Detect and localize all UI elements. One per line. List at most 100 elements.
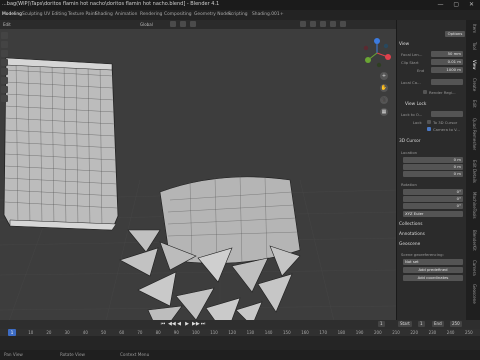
tab-shading-001[interactable]: Shading.001 [252,12,280,17]
focal-length-label: Focal Len... [401,52,423,57]
move-tool-icon[interactable] [1,50,8,57]
xray-button[interactable] [310,21,316,27]
add-coordinates-button[interactable]: Add coordinates [403,275,463,281]
ruler-tick: 30 [64,330,70,335]
clip-start-label: Clip Start [401,60,419,65]
tab-machinetools[interactable]: MachineTools [472,192,477,219]
cursor-tool-icon[interactable] [1,41,8,48]
title-bar: ...bag(WIP)\Taps\doritos flamin hot nach… [0,0,480,10]
pan-icon[interactable]: ✋ [380,84,388,92]
tab-uv-editing[interactable]: UV Editing [44,12,67,17]
focal-length-field[interactable]: 50 mm [431,51,463,57]
camera-view-icon[interactable]: 🎥 [380,96,388,104]
orientation-dropdown[interactable]: Global [140,22,153,27]
collections-header[interactable]: Collections [399,222,423,227]
tab-create[interactable]: Create [472,78,477,91]
snap-button[interactable] [180,21,186,27]
end-frame-label: End [432,321,444,327]
georef-status-field[interactable]: Not set [403,259,463,265]
cursor-section-header[interactable]: 3D Cursor [399,139,421,144]
loc-z-field[interactable]: 0 m [403,171,463,177]
solid-shading-button[interactable] [320,21,326,27]
viewport-3d[interactable]: Edit Global + ✋ 🎥 ▦ [0,20,396,346]
play-button[interactable]: ▶ [184,321,190,327]
add-predefined-button[interactable]: Add predefined [403,267,463,273]
lock-object-field[interactable] [431,111,463,117]
georef-label: Scene georeferencing: [401,252,444,257]
tab-animation[interactable]: Animation [115,12,137,17]
overlay-button[interactable] [300,21,306,27]
loc-y-field[interactable]: 0 m [403,164,463,170]
rot-x-field[interactable]: 0° [403,189,463,195]
scale-tool-icon[interactable] [1,68,8,75]
render-region-checkbox[interactable] [423,90,427,94]
jump-keyframe-forward-button[interactable]: ▶▶ [192,321,200,327]
camera-to-view-checkbox[interactable] [427,127,431,131]
clip-start-field[interactable]: 0.01 m [431,59,463,65]
clip-end-field[interactable]: 1000 m [431,67,463,73]
rot-y-field[interactable]: 0° [403,196,463,202]
tab-geoscene[interactable]: Geoscene [472,284,477,304]
rot-z-field[interactable]: 0° [403,203,463,209]
ruler-tick: 40 [82,330,88,335]
ruler-tick: 180 [337,330,346,335]
mouse-left-hint: Pan View [4,352,23,357]
ruler-tick: 200 [374,330,382,335]
tab-edit[interactable]: Edit [472,100,477,108]
jump-end-button[interactable]: ⏭ [200,321,206,327]
jump-keyframe-back-button[interactable]: ◀◀ [168,321,176,327]
tab-geometry-nodes[interactable]: Geometry Nodes [194,12,231,17]
options-dropdown[interactable]: Options [445,31,465,37]
tab-quad-remesher[interactable]: Quad Remesher [472,118,477,150]
tab-shading[interactable]: Shading [95,12,113,17]
perspective-toggle-icon[interactable]: ▦ [380,108,388,116]
rendered-shading-button[interactable] [340,21,346,27]
tab-edit-details[interactable]: Edit Details [472,160,477,183]
loc-x-field[interactable]: 0 m [403,157,463,163]
rotate-tool-icon[interactable] [1,59,8,66]
ruler-tick: 50 [101,330,107,335]
tab-rendering[interactable]: Rendering [140,12,162,17]
navigation-gizmo[interactable] [362,38,392,68]
start-frame-field[interactable]: 1 [418,321,425,327]
annotations-header[interactable]: Annotations [399,232,425,237]
proportional-button[interactable] [190,21,196,27]
measure-tool-icon[interactable] [1,95,8,102]
tab-camera[interactable]: Camera [472,260,477,276]
material-shading-button[interactable] [330,21,336,27]
edit-mode-label[interactable]: Edit [3,22,11,27]
tab-tool[interactable]: Tool [472,42,477,50]
to-3d-cursor-checkbox[interactable] [427,120,431,124]
tab-scripting[interactable]: Scripting [228,12,248,17]
jump-start-button[interactable]: ⏮ [160,321,166,327]
tab-modeling[interactable]: Modeling [2,12,22,17]
tab-texture-paint[interactable]: Texture Paint [68,12,96,17]
pivot-button[interactable] [170,21,176,27]
tab-blenderkit[interactable]: BlenderKit [472,230,477,251]
tab-item[interactable]: Item [472,24,477,33]
view-lock-header[interactable]: View Lock [405,102,426,107]
add-workspace-button[interactable]: + [280,12,284,17]
sidebar-panel: Options View Focal Len... 50 mm Clip Sta… [396,20,467,346]
sidebar-tabs: Item Tool View Create Edit Quad Remesher… [466,20,480,346]
local-camera-field[interactable] [431,79,463,85]
tab-compositing[interactable]: Compositing [164,12,192,17]
view-section-header[interactable]: View [399,42,409,47]
select-tool-icon[interactable] [1,32,8,39]
geoscene-header[interactable]: Geoscene [399,242,420,247]
transform-tool-icon[interactable] [1,77,8,84]
window-controls[interactable]: — ▢ ✕ [437,1,478,8]
playhead[interactable]: 1 [8,329,16,336]
ruler-tick: 80 [155,330,161,335]
end-frame-field[interactable]: 250 [450,321,462,327]
frame-ruler[interactable]: 1102030405060708090100110120130140150160… [0,329,480,336]
rotation-mode-dropdown[interactable]: XYZ Euler [403,211,463,217]
current-frame-field[interactable]: 1 [378,321,385,327]
tab-sculpting[interactable]: Sculpting [22,12,43,17]
annotate-tool-icon[interactable] [1,86,8,93]
zoom-icon[interactable]: + [380,72,388,80]
viewport-header: Edit Global [0,20,396,29]
tab-view[interactable]: View [472,60,477,70]
play-reverse-button[interactable]: ◀ [176,321,182,327]
navigation-buttons: + ✋ 🎥 ▦ [380,72,390,120]
